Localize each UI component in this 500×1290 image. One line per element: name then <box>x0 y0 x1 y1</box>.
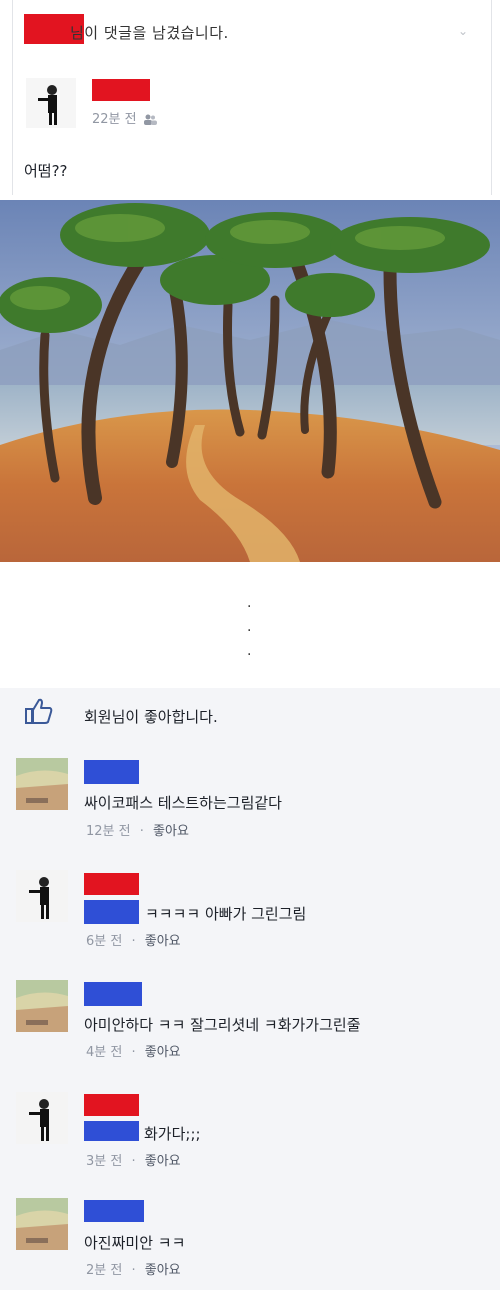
redacted-tagged-name[interactable] <box>84 1121 139 1141</box>
comment-time[interactable]: 4분 전 <box>86 1045 122 1060</box>
commenter-avatar[interactable] <box>16 1092 68 1144</box>
redacted-commenter-name[interactable] <box>84 760 139 784</box>
separator-dot: . <box>247 643 252 659</box>
commenter-avatar[interactable] <box>16 758 68 810</box>
comment-time[interactable]: 3분 전 <box>86 1154 122 1169</box>
comment-meta: 12분 전 · 좋아요 <box>86 820 189 839</box>
post-text: 어떰?? <box>24 162 68 180</box>
separator-dot: . <box>247 595 252 611</box>
post-timestamp[interactable]: 22분 전 <box>92 108 157 127</box>
comment-like-button[interactable]: 좋아요 <box>145 1263 181 1278</box>
comment-like-button[interactable]: 좋아요 <box>153 824 189 839</box>
comment-meta: 6분 전 · 좋아요 <box>86 930 181 949</box>
comment-like-button[interactable]: 좋아요 <box>145 1045 181 1060</box>
separator-dot: . <box>247 619 252 635</box>
comment-meta: 2분 전 · 좋아요 <box>86 1259 181 1278</box>
comment-text: ㅋㅋㅋㅋ 아빠가 그린그림 <box>145 905 307 923</box>
commenter-avatar[interactable] <box>16 980 68 1032</box>
thumbs-up-icon[interactable] <box>24 696 54 726</box>
comment-text: 싸이코패스 테스트하는그림같다 <box>84 794 282 812</box>
post-image[interactable] <box>0 200 500 562</box>
meta-separator: · <box>131 1045 136 1060</box>
notification-text: 님이 댓글을 남겼습니다. <box>70 24 229 42</box>
post-time-text: 22분 전 <box>92 112 137 127</box>
meta-separator: · <box>131 1154 136 1169</box>
likes-text[interactable]: 회원님이 좋아합니다. <box>84 706 218 727</box>
meta-separator: · <box>131 1263 136 1278</box>
redacted-commenter-name[interactable] <box>84 1094 139 1116</box>
comment-like-button[interactable]: 좋아요 <box>145 1154 181 1169</box>
comment-like-button[interactable]: 좋아요 <box>145 934 181 949</box>
comment-meta: 3분 전 · 좋아요 <box>86 1150 181 1169</box>
redacted-commenter-name[interactable] <box>84 1200 144 1222</box>
comment-time[interactable]: 12분 전 <box>86 824 131 839</box>
comment-text: 아미안하다 ㅋㅋ 잘그리셧네 ㅋ화가가그린줄 <box>84 1016 361 1034</box>
redacted-commenter-name[interactable] <box>84 873 139 895</box>
comment-time[interactable]: 6분 전 <box>86 934 122 949</box>
meta-separator: · <box>131 934 136 949</box>
comment-time[interactable]: 2분 전 <box>86 1263 122 1278</box>
redacted-tagged-name[interactable] <box>84 900 139 924</box>
chevron-down-icon[interactable]: ⌄ <box>458 24 468 38</box>
comments-section <box>0 688 500 1290</box>
redacted-author-name[interactable] <box>92 79 150 101</box>
meta-separator: · <box>139 824 144 839</box>
comment-text: 아진짜미안 ㅋㅋ <box>84 1234 186 1252</box>
comment-meta: 4분 전 · 좋아요 <box>86 1041 181 1060</box>
comment-text: 화가다;;; <box>144 1125 201 1143</box>
redacted-commenter-name[interactable] <box>84 982 142 1006</box>
commenter-avatar[interactable] <box>16 1198 68 1250</box>
friends-icon <box>143 114 157 125</box>
post-author-avatar[interactable] <box>26 78 76 128</box>
commenter-avatar[interactable] <box>16 870 68 922</box>
